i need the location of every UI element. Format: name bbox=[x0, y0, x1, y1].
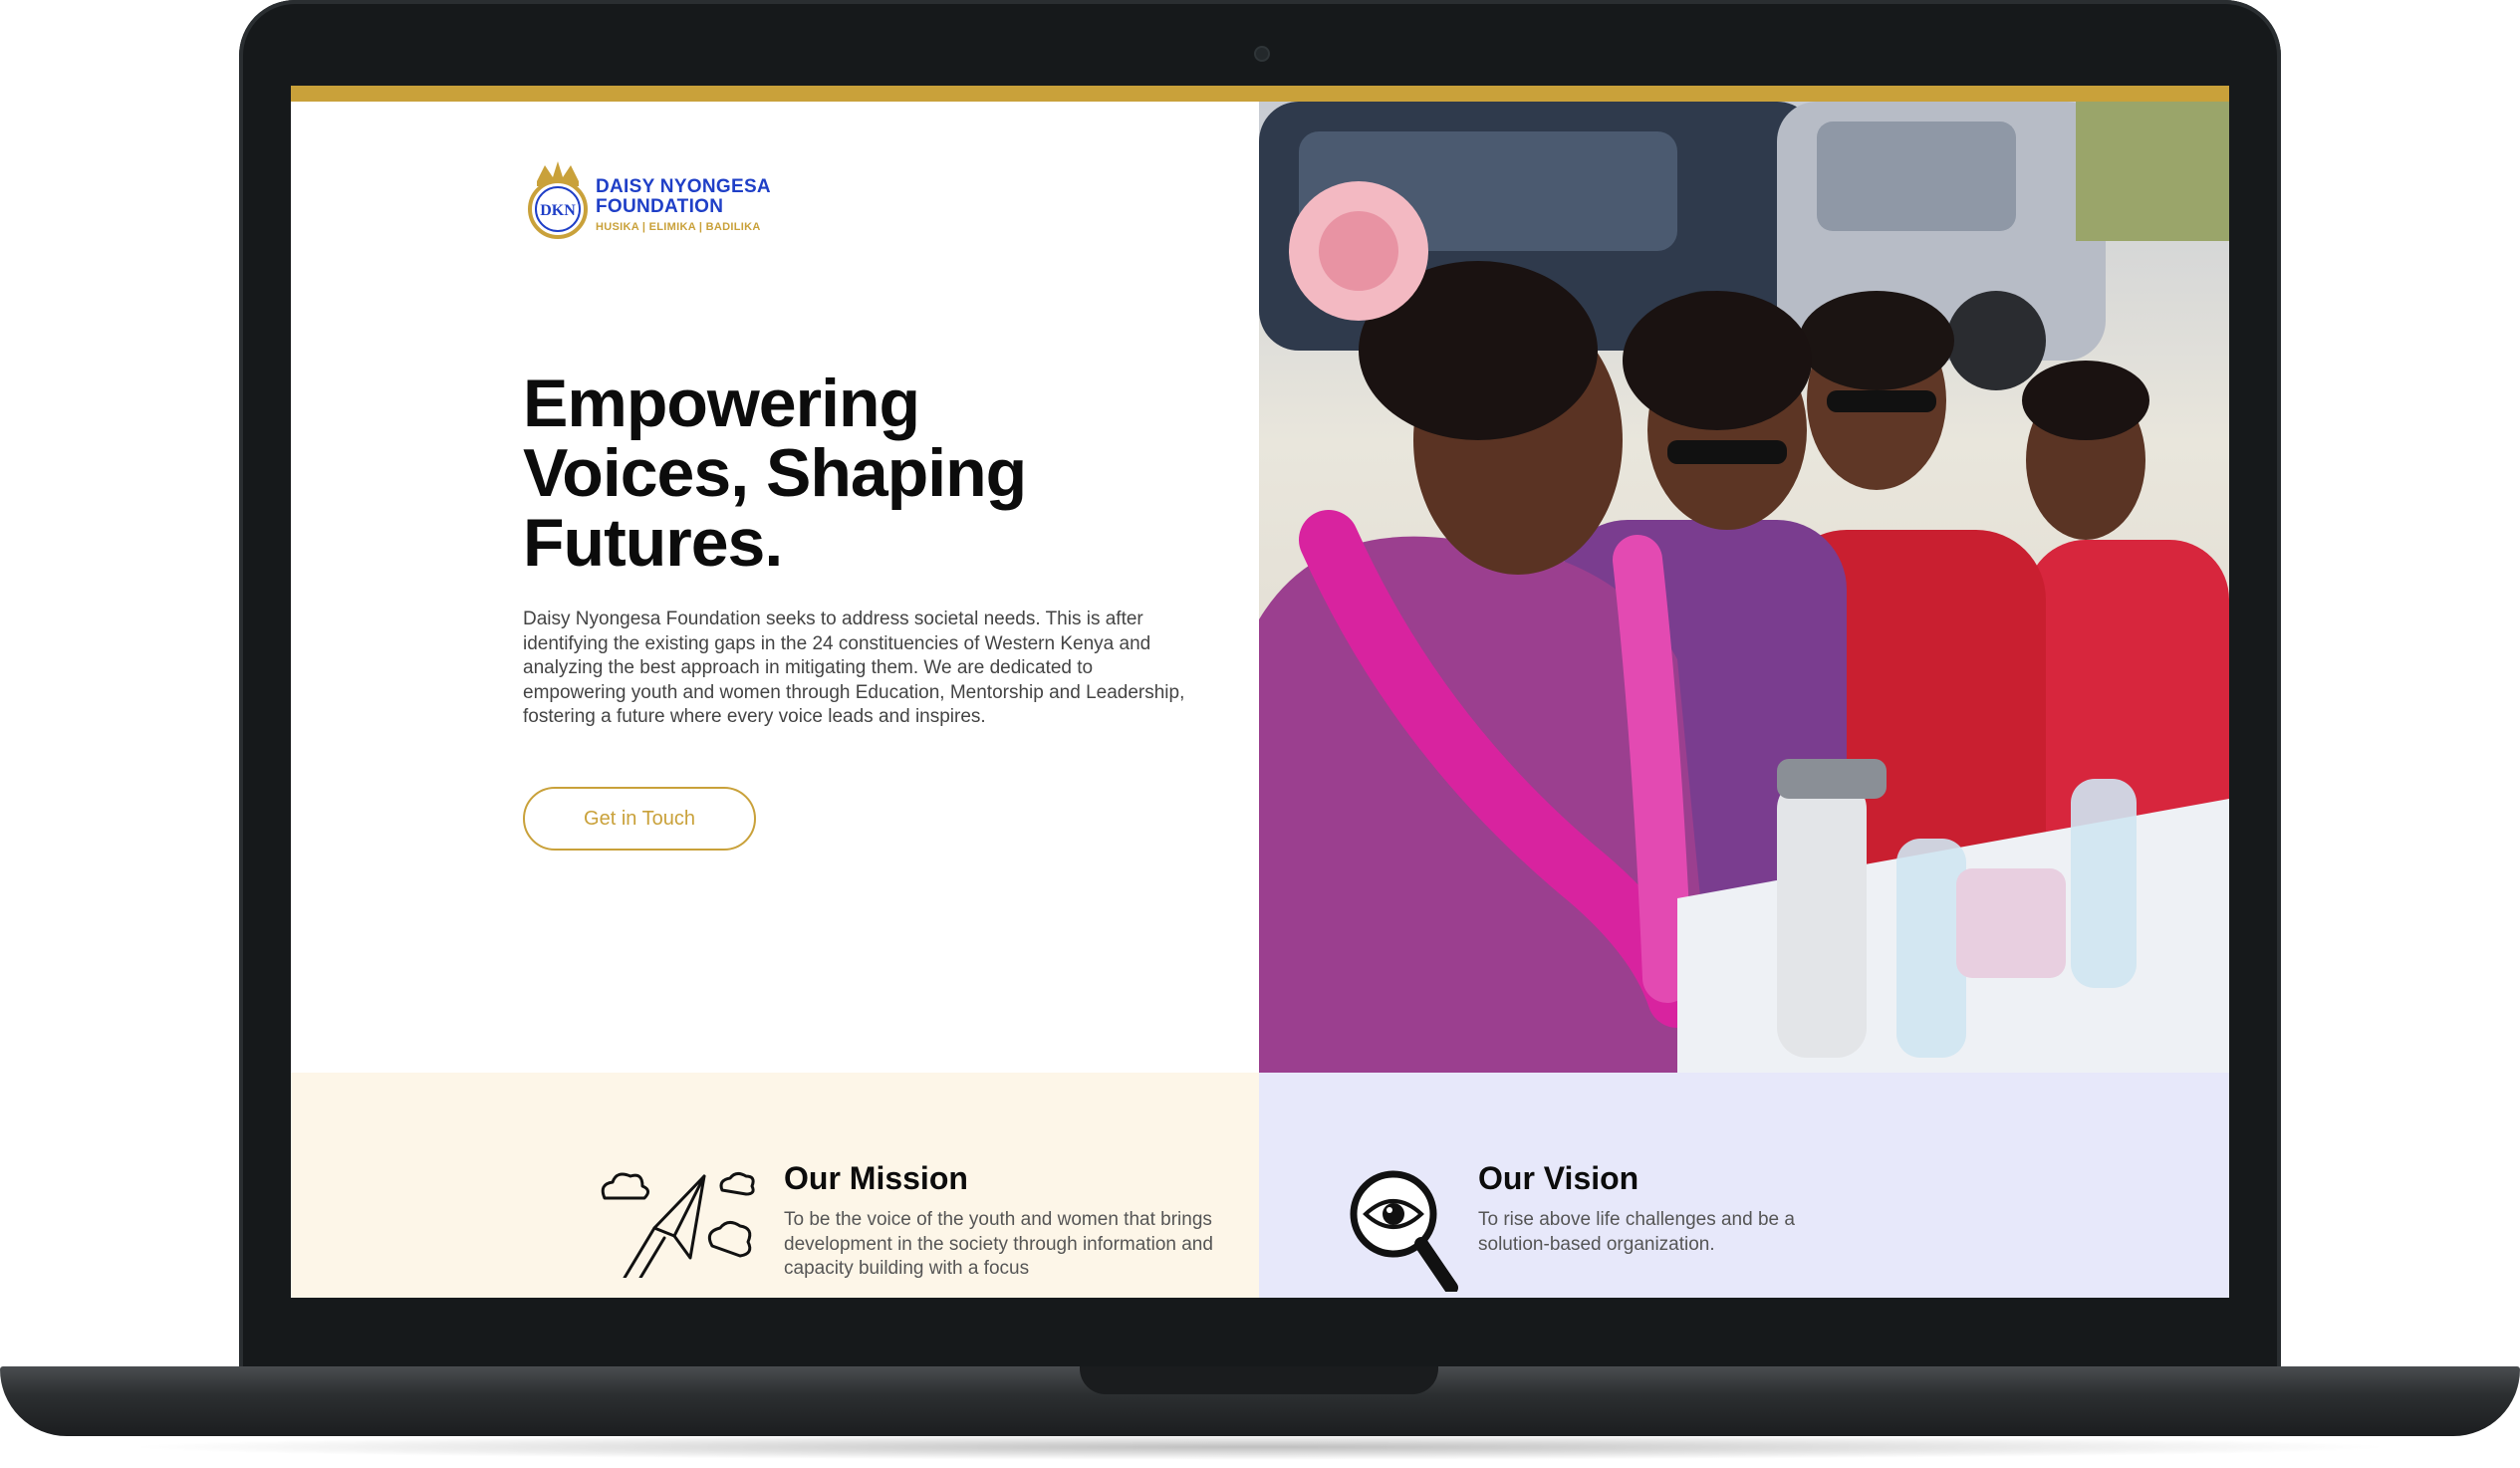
headline-line-1: Empowering bbox=[523, 366, 920, 441]
hero-intro-text: Daisy Nyongesa Foundation seeks to addre… bbox=[523, 609, 1185, 727]
monogram-text: DKN bbox=[540, 202, 576, 219]
headline-line-2: Voices, Shaping bbox=[523, 435, 1027, 511]
camera-icon bbox=[1254, 46, 1270, 62]
vision-title: Our Vision bbox=[1478, 1160, 1639, 1196]
laptop-notch bbox=[1080, 1366, 1438, 1394]
website-screen: DKN DAISY NYONGESA FOUNDATION HUSIKA | E… bbox=[291, 86, 2229, 1298]
logo-text: DAISY NYONGESA FOUNDATION HUSIKA | ELIMI… bbox=[596, 176, 771, 234]
crown-monogram-icon: DKN bbox=[528, 161, 588, 239]
logo-name-line2: FOUNDATION bbox=[596, 196, 724, 217]
headline-line-3: Futures. bbox=[523, 505, 783, 581]
hero-photo bbox=[1259, 102, 2229, 1073]
top-accent-bar bbox=[291, 86, 2229, 102]
laptop-shadow bbox=[120, 1434, 2400, 1460]
mission-text: To be the voice of the youth and women t… bbox=[784, 1209, 1213, 1279]
get-in-touch-button[interactable]: Get in Touch bbox=[523, 787, 756, 851]
vision-text: To rise above life challenges and be a s… bbox=[1478, 1209, 1795, 1255]
logo-tagline: HUSIKA | ELIMIKA | BADILIKA bbox=[596, 221, 761, 233]
women-at-event-photo-icon bbox=[1259, 102, 2229, 1073]
mission-section: Our Mission To be the voice of the youth… bbox=[291, 1073, 1259, 1298]
logo-name-line1: DAISY NYONGESA bbox=[596, 176, 771, 197]
mission-title: Our Mission bbox=[784, 1160, 968, 1196]
hero-left-panel: DKN DAISY NYONGESA FOUNDATION HUSIKA | E… bbox=[291, 102, 1259, 1073]
paper-plane-clouds-icon bbox=[601, 1171, 755, 1278]
foundation-logo[interactable]: DKN DAISY NYONGESA FOUNDATION HUSIKA | E… bbox=[523, 159, 782, 239]
vision-section: Our Vision To rise above life challenges… bbox=[1259, 1073, 2229, 1298]
eye-magnifier-icon bbox=[1350, 1170, 1458, 1292]
hero-headline: Empowering Voices, Shaping Futures. bbox=[523, 368, 1160, 578]
